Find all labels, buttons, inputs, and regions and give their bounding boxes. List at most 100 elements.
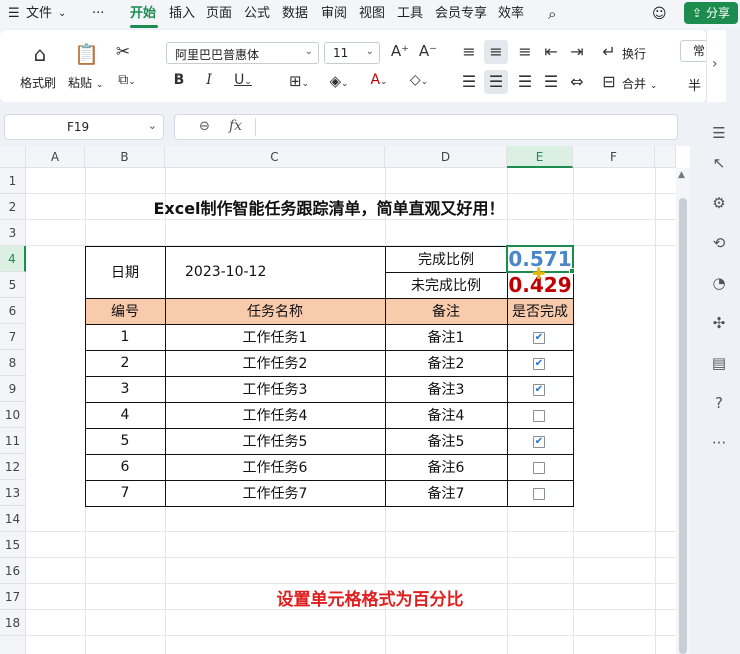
format-painter-button[interactable]: 格式刷 <box>20 74 56 91</box>
header-task-name[interactable]: 任务名称 <box>165 298 385 324</box>
help-icon[interactable]: ? <box>708 392 730 414</box>
row-header[interactable]: 6 <box>0 298 26 324</box>
more-icon[interactable]: ··· <box>708 432 730 454</box>
task-note[interactable]: 备注3 <box>385 376 507 402</box>
task-no[interactable]: 4 <box>85 402 165 428</box>
header-note[interactable]: 备注 <box>385 298 507 324</box>
chat-icon[interactable]: ☺ <box>652 4 667 24</box>
tab-view[interactable]: 视图 <box>359 4 385 24</box>
italic-icon[interactable]: I <box>200 72 218 88</box>
tab-data[interactable]: 数据 <box>282 4 308 24</box>
task-name[interactable]: 工作任务7 <box>165 480 385 506</box>
hamburger-icon[interactable]: ☰ <box>8 4 20 24</box>
task-no[interactable]: 1 <box>85 324 165 350</box>
fill-handle[interactable] <box>569 268 575 274</box>
zoom-icon[interactable]: ⊖ <box>199 119 210 134</box>
chart-icon[interactable]: ◔ <box>708 272 730 294</box>
column-header-e[interactable]: E <box>507 146 573 168</box>
row-header[interactable]: 9 <box>0 376 26 402</box>
row-header[interactable]: 7 <box>0 324 26 350</box>
row-header[interactable]: 1 <box>0 168 26 194</box>
column-header-b[interactable]: B <box>85 146 165 168</box>
task-no[interactable]: 3 <box>85 376 165 402</box>
tab-page[interactable]: 页面 <box>206 4 232 24</box>
font-name-select[interactable]: 阿里巴巴普惠体 ⌄ <box>166 42 319 64</box>
row-header[interactable]: 5 <box>0 272 26 298</box>
task-name[interactable]: 工作任务1 <box>165 324 385 350</box>
header-done[interactable]: 是否完成 <box>507 298 573 324</box>
decrease-font-icon[interactable]: A⁻ <box>418 42 438 60</box>
row-header[interactable]: 10 <box>0 402 26 428</box>
cursor-icon[interactable]: ↖ <box>708 152 730 174</box>
task-no[interactable]: 2 <box>85 350 165 376</box>
fx-icon[interactable]: fx <box>229 118 242 134</box>
indent-increase-icon[interactable]: ⇥ <box>568 42 586 61</box>
menu-file[interactable]: 文件 <box>26 4 52 24</box>
justify-icon[interactable]: ☰ <box>542 72 560 91</box>
align-bottom-icon[interactable]: ≡ <box>516 42 534 61</box>
row-header[interactable]: 14 <box>0 506 26 532</box>
formula-bar[interactable]: ⊖ fx <box>174 114 678 140</box>
border-icon[interactable]: ⊞⌄ <box>284 72 314 90</box>
currency-button[interactable]: 半 <box>688 75 701 94</box>
row-header[interactable]: 15 <box>0 532 26 558</box>
column-header-c[interactable]: C <box>165 146 385 168</box>
tab-insert[interactable]: 插入 <box>169 4 195 24</box>
task-note[interactable]: 备注7 <box>385 480 507 506</box>
header-no[interactable]: 编号 <box>85 298 165 324</box>
spreadsheet-grid[interactable]: A B C D E F 1 2 3 4 5 6 7 8 9 10 11 12 1… <box>0 146 690 654</box>
date-value[interactable]: 2023-10-12 <box>165 246 385 298</box>
undone-ratio-label[interactable]: 未完成比例 <box>385 272 507 298</box>
row-header[interactable]: 17 <box>0 584 26 610</box>
merge-button[interactable]: 合并 ⌄ <box>622 75 657 92</box>
tab-tools[interactable]: 工具 <box>397 4 423 24</box>
row-header[interactable]: 13 <box>0 480 26 506</box>
done-ratio-label[interactable]: 完成比例 <box>385 246 507 272</box>
align-left-icon[interactable]: ☰ <box>460 72 478 91</box>
wrap-text-button[interactable]: 换行 <box>622 45 646 62</box>
chevron-down-icon[interactable]: ⌄ <box>58 4 66 24</box>
increase-font-icon[interactable]: A⁺ <box>390 42 410 60</box>
task-done-checkbox[interactable]: ✔ <box>533 384 545 396</box>
row-header[interactable]: 11 <box>0 428 26 454</box>
task-done-checkbox[interactable] <box>533 462 545 474</box>
row-header[interactable]: 18 <box>0 610 26 636</box>
cut-icon[interactable]: ✂ <box>112 42 134 62</box>
select-all-corner[interactable] <box>0 146 26 168</box>
paste-button[interactable]: 粘贴 ⌄ <box>68 74 103 91</box>
row-header[interactable]: 16 <box>0 558 26 584</box>
format-painter-icon[interactable]: ⌂ <box>28 42 52 66</box>
task-done-checkbox[interactable] <box>533 410 545 422</box>
task-note[interactable]: 备注5 <box>385 428 507 454</box>
task-done-checkbox[interactable] <box>533 488 545 500</box>
tools-icon[interactable]: ✣ <box>708 312 730 334</box>
align-center-icon[interactable]: ☰ <box>484 70 508 94</box>
task-name[interactable]: 工作任务6 <box>165 454 385 480</box>
date-label[interactable]: 日期 <box>85 246 165 298</box>
task-note[interactable]: 备注4 <box>385 402 507 428</box>
chevron-down-icon[interactable]: ⌄ <box>148 119 157 132</box>
row-header-selected[interactable]: 4 <box>0 246 26 272</box>
font-color-icon[interactable]: A⌄ <box>364 72 394 88</box>
task-note[interactable]: 备注6 <box>385 454 507 480</box>
task-note[interactable]: 备注1 <box>385 324 507 350</box>
align-top-icon[interactable]: ≡ <box>460 42 478 61</box>
column-header-g[interactable] <box>655 146 676 168</box>
transform-icon[interactable]: ⟲ <box>708 232 730 254</box>
distributed-icon[interactable]: ⇔ <box>568 72 586 91</box>
row-header[interactable]: 3 <box>0 220 26 246</box>
search-icon[interactable]: ⌕ <box>548 4 556 24</box>
underline-icon[interactable]: U⌄ <box>228 72 258 88</box>
column-header-a[interactable]: A <box>26 146 85 168</box>
settings-icon[interactable]: ⚙ <box>708 192 730 214</box>
bold-icon[interactable]: B <box>170 72 188 88</box>
font-size-select[interactable]: 11 ⌄ <box>324 42 380 64</box>
book-icon[interactable]: ▤ <box>708 352 730 374</box>
task-done-checkbox[interactable]: ✔ <box>533 436 545 448</box>
tab-efficiency[interactable]: 效率 <box>498 4 524 24</box>
task-done-checkbox[interactable]: ✔ <box>533 332 545 344</box>
menu-icon[interactable]: ☰ <box>708 122 730 144</box>
task-no[interactable]: 6 <box>85 454 165 480</box>
task-name[interactable]: 工作任务4 <box>165 402 385 428</box>
row-header[interactable]: 8 <box>0 350 26 376</box>
